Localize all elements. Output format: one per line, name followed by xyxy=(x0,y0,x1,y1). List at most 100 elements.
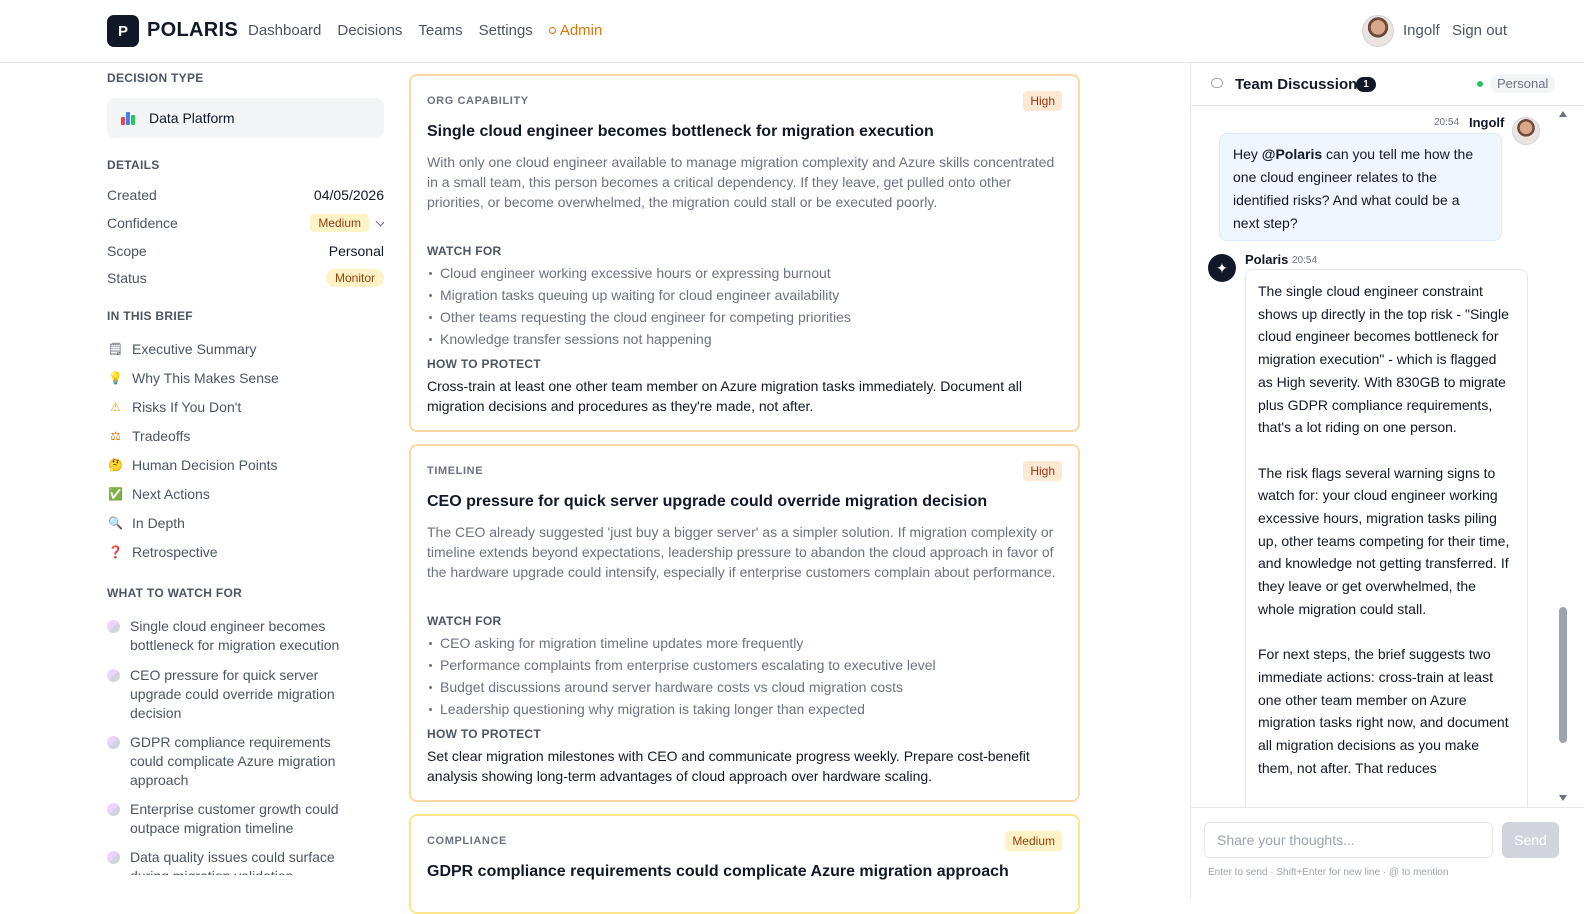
brief-link-risks[interactable]: ⚠ Risks If You Don't xyxy=(107,396,241,418)
severity-badge: High xyxy=(1023,461,1062,481)
list-item: Cloud engineer working excessive hours o… xyxy=(427,262,851,284)
detail-scope: Scope Personal xyxy=(107,240,384,262)
scrollbar[interactable] xyxy=(1559,111,1569,801)
nav-dashboard[interactable]: Dashboard xyxy=(248,22,321,39)
brief-link-label: Human Decision Points xyxy=(132,457,278,473)
severity-badge: Medium xyxy=(1005,831,1062,851)
brief-link-human-decision-points[interactable]: 🤔 Human Decision Points xyxy=(107,454,278,476)
scale-icon: ⚖ xyxy=(110,429,121,443)
list-item: Leadership questioning why migration is … xyxy=(427,698,936,720)
message-time: 20:54 xyxy=(1292,255,1318,266)
brief-link-retrospective[interactable]: ❓ Retrospective xyxy=(107,541,218,563)
composer-hint: Enter to send · Shift+Enter for new line… xyxy=(1208,867,1449,878)
brief-link-label: Risks If You Don't xyxy=(132,399,242,415)
question-icon: ❓ xyxy=(108,545,123,559)
brief-link-executive-summary[interactable]: 🗒 Executive Summary xyxy=(107,338,257,360)
list-item: CEO asking for migration timeline update… xyxy=(427,632,936,654)
sign-out-link[interactable]: Sign out xyxy=(1452,22,1507,39)
brief-link-label: Retrospective xyxy=(132,544,218,560)
detail-label: Confidence xyxy=(107,215,178,231)
severity-badge: High xyxy=(1023,91,1062,111)
risk-category: TIMELINE xyxy=(427,465,484,477)
thinking-face-icon: 🤔 xyxy=(108,458,123,472)
scope-badge: Personal xyxy=(1490,74,1556,93)
moon-icon xyxy=(107,669,120,682)
discussion-header: Team Discussion 1 Personal xyxy=(1191,63,1584,106)
message-paragraph: The risk flags several warning signs to … xyxy=(1258,464,1510,617)
detail-label: Created xyxy=(107,187,157,203)
risk-card: TIMELINE High CEO pressure for quick ser… xyxy=(409,444,1080,802)
brief-link-next-actions[interactable]: ✅ Next Actions xyxy=(107,483,210,505)
how-to-protect-text: Cross-train at least one other team memb… xyxy=(427,378,1022,414)
brief-link-in-depth[interactable]: 🔍 In Depth xyxy=(107,512,185,534)
watch-item[interactable]: GDPR compliance requirements could compl… xyxy=(107,733,367,790)
brief-link-tradeoffs[interactable]: ⚖ Tradeoffs xyxy=(107,425,190,447)
detail-confidence: Confidence Medium xyxy=(107,212,384,234)
chevron-down-icon xyxy=(375,216,384,226)
user-menu: Ingolf Sign out xyxy=(1314,14,1584,48)
detail-label: Status xyxy=(107,270,147,286)
message-time: 20:54 xyxy=(1434,117,1460,128)
watch-item-label: Data quality issues could surface during… xyxy=(130,849,335,875)
watch-for-label: WATCH FOR xyxy=(427,614,502,628)
message-input[interactable]: Share your thoughts... xyxy=(1204,822,1493,858)
user-message: Hey @Polaris can you tell me how the one… xyxy=(1219,133,1502,241)
watch-item-label: GDPR compliance requirements could compl… xyxy=(130,734,336,788)
brief-sidebar: DECISION TYPE Data Platform DETAILS Crea… xyxy=(107,63,384,875)
detail-label: Scope xyxy=(107,243,147,259)
watch-item[interactable]: Data quality issues could surface during… xyxy=(107,848,367,875)
message-paragraph: The single cloud engineer constraint sho… xyxy=(1258,283,1509,436)
scroll-up-arrow[interactable] xyxy=(1559,111,1567,117)
nav-admin[interactable]: Admin xyxy=(548,22,603,39)
memo-icon: 🗒 xyxy=(107,342,124,356)
message-list[interactable]: 20:54 Ingolf Hey @Polaris can you tell m… xyxy=(1191,107,1584,807)
warning-icon: ⚠ xyxy=(110,400,121,414)
nav-decisions[interactable]: Decisions xyxy=(337,22,402,39)
brief-link-label: Why This Makes Sense xyxy=(132,370,279,386)
assistant-message: The single cloud engineer constraint sho… xyxy=(1245,269,1528,807)
risk-title: Single cloud engineer becomes bottleneck… xyxy=(427,123,934,140)
message-author: Ingolf xyxy=(1469,115,1505,130)
brief-link-why-this-makes-sense[interactable]: 💡 Why This Makes Sense xyxy=(107,367,279,389)
risk-card: COMPLIANCE Medium GDPR compliance requir… xyxy=(409,814,1080,914)
list-item: Knowledge transfer sessions not happenin… xyxy=(427,328,851,350)
watch-item-label: Enterprise customer growth could outpace… xyxy=(130,801,339,836)
logo-mark[interactable]: P xyxy=(107,15,139,47)
detail-created: Created 04/05/2026 xyxy=(107,184,384,206)
admin-icon xyxy=(548,27,556,34)
user-avatar[interactable] xyxy=(1362,15,1394,47)
nav-settings[interactable]: Settings xyxy=(479,22,533,39)
risk-category: ORG CAPABILITY xyxy=(427,95,529,107)
scroll-down-arrow[interactable] xyxy=(1559,795,1567,801)
bar-chart-icon xyxy=(121,111,137,125)
detail-value: 04/05/2026 xyxy=(313,187,384,203)
watch-for-list: CEO asking for migration timeline update… xyxy=(427,632,936,720)
team-discussion-panel: Team Discussion 1 Personal 20:54 Ingolf … xyxy=(1190,63,1584,899)
top-navigation-bar: P POLARIS Dashboard Decisions Teams Sett… xyxy=(0,0,1584,63)
watch-item[interactable]: Enterprise customer growth could outpace… xyxy=(107,800,367,838)
list-item: Migration tasks queuing up waiting for c… xyxy=(427,284,851,306)
how-to-protect-label: HOW TO PROTECT xyxy=(427,727,541,741)
mention[interactable]: @Polaris xyxy=(1262,146,1322,162)
risk-description: With only one cloud engineer available t… xyxy=(427,154,1055,210)
scrollbar-thumb[interactable] xyxy=(1559,607,1567,743)
how-to-protect-text: Set clear migration milestones with CEO … xyxy=(427,748,1030,784)
chat-bubble-icon xyxy=(1211,78,1223,88)
brief-link-label: In Depth xyxy=(132,515,185,531)
details-title: DETAILS xyxy=(107,158,160,172)
brief-link-label: Tradeoffs xyxy=(132,428,191,444)
lightbulb-icon: 💡 xyxy=(108,371,123,385)
list-item: Other teams requesting the cloud enginee… xyxy=(427,306,851,328)
user-avatar xyxy=(1512,117,1540,145)
watch-item[interactable]: Single cloud engineer becomes bottleneck… xyxy=(107,617,367,655)
nav-teams[interactable]: Teams xyxy=(418,22,462,39)
watch-for-label: WATCH FOR xyxy=(427,244,502,258)
brand-name[interactable]: POLARIS xyxy=(147,19,238,42)
confidence-select[interactable]: Medium xyxy=(310,214,384,232)
message-composer: Share your thoughts... Send Enter to sen… xyxy=(1191,807,1584,899)
sparkle-icon: ✦ xyxy=(1208,254,1236,282)
watch-item[interactable]: CEO pressure for quick server upgrade co… xyxy=(107,666,367,723)
send-button[interactable]: Send xyxy=(1502,822,1559,858)
nav-admin-label: Admin xyxy=(559,22,603,39)
user-name[interactable]: Ingolf xyxy=(1403,22,1440,39)
